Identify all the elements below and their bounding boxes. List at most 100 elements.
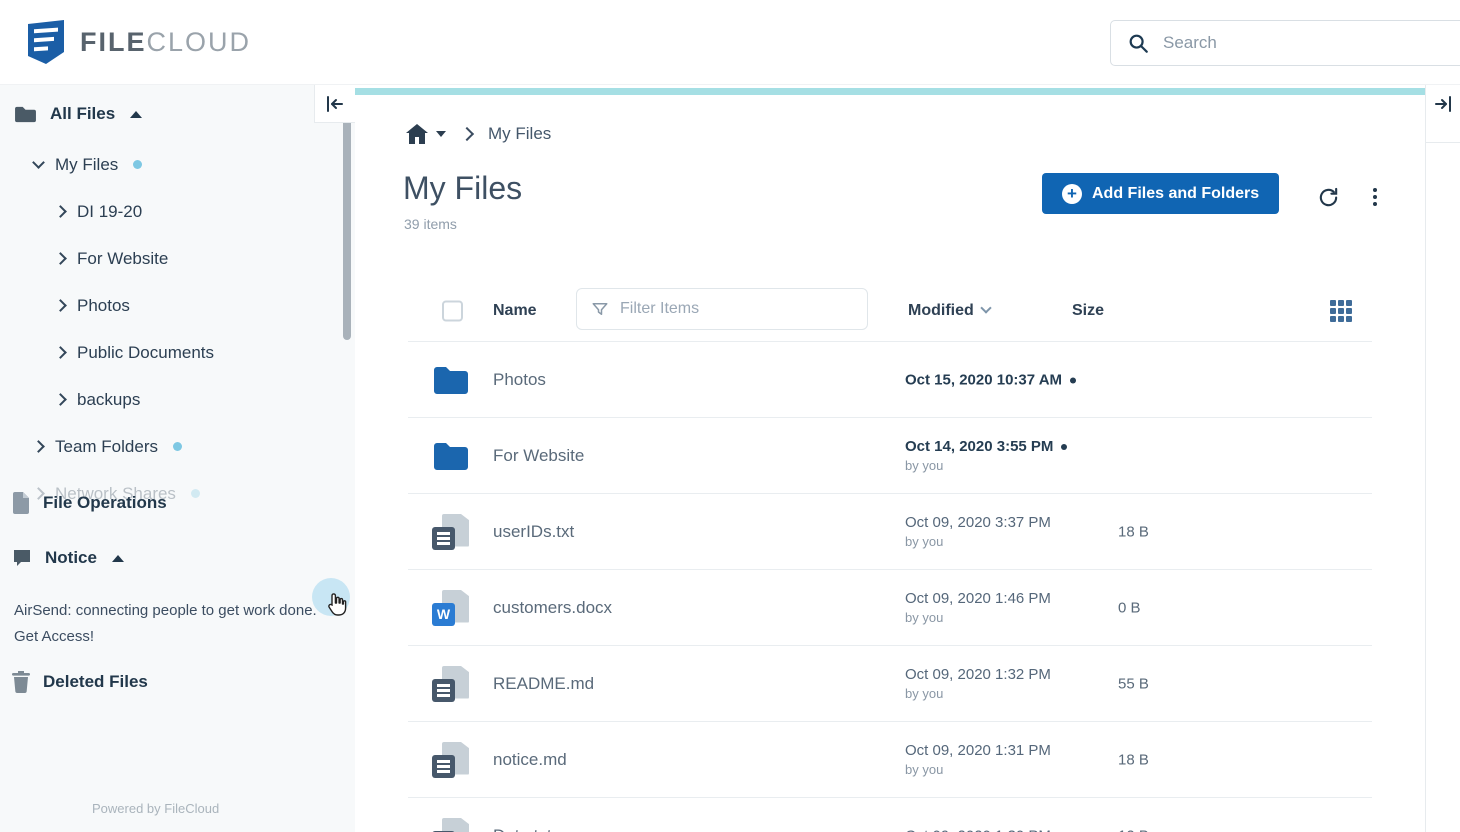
chevron-icon[interactable] bbox=[32, 156, 45, 169]
sidebar-item-all-files[interactable]: All Files bbox=[14, 104, 142, 124]
chevron-icon[interactable] bbox=[54, 346, 67, 359]
folder-icon bbox=[14, 105, 37, 124]
select-all-checkbox[interactable] bbox=[442, 300, 463, 321]
column-header-size[interactable]: Size bbox=[1072, 302, 1104, 320]
modified-line: Oct 09, 2020 3:37 PM bbox=[905, 514, 1051, 531]
document-icon: W bbox=[432, 666, 472, 702]
modified-cell: Oct 09, 2020 3:37 PM by you bbox=[905, 513, 1051, 551]
all-files-label: All Files bbox=[50, 104, 115, 124]
refresh-icon bbox=[1317, 186, 1340, 209]
deleted-files-label: Deleted Files bbox=[43, 672, 148, 692]
item-count: 39 items bbox=[404, 216, 457, 232]
breadcrumb-current[interactable]: My Files bbox=[488, 124, 551, 144]
modified-cell: Oct 09, 2020 1:31 PM by you bbox=[905, 741, 1051, 779]
notice-text: AirSend: connecting people to get work d… bbox=[14, 598, 326, 650]
chevron-icon[interactable] bbox=[32, 440, 45, 453]
collapse-section-icon[interactable] bbox=[112, 555, 124, 562]
chevron-down-icon bbox=[436, 131, 446, 137]
file-row[interactable]: W README.md Oct 09, 2020 1:32 PM by you … bbox=[408, 645, 1372, 721]
column-header-name[interactable]: Name bbox=[493, 302, 537, 320]
document-icon: W bbox=[432, 818, 472, 832]
sidebar-item-backups[interactable]: backups bbox=[0, 376, 355, 423]
modified-line: Oct 09, 2020 1:31 PM bbox=[905, 742, 1051, 759]
add-files-button[interactable]: + Add Files and Folders bbox=[1042, 173, 1279, 214]
expand-right-button[interactable] bbox=[1426, 85, 1460, 123]
modified-date: Oct 14, 2020 3:55 PM bbox=[905, 438, 1053, 455]
add-files-label: Add Files and Folders bbox=[1092, 185, 1259, 203]
modified-by: by you bbox=[905, 456, 1067, 475]
file-name[interactable]: Photos bbox=[493, 370, 546, 390]
modified-date: Oct 09, 2020 1:46 PM bbox=[905, 590, 1051, 607]
file-row[interactable]: W For Website Oct 14, 2020 3:55 PM by yo… bbox=[408, 417, 1372, 493]
tree-item-label: Team Folders bbox=[55, 437, 158, 457]
modified-by: by you bbox=[905, 684, 1051, 703]
sidebar-item-photos[interactable]: Photos bbox=[0, 282, 355, 329]
file-row[interactable]: W notice.md Oct 09, 2020 1:31 PM by you … bbox=[408, 721, 1372, 797]
sidebar-item-file-operations[interactable]: File Operations bbox=[12, 492, 167, 514]
more-options-button[interactable] bbox=[1358, 180, 1392, 214]
file-size: 12 B bbox=[1118, 827, 1149, 832]
file-operations-label: File Operations bbox=[43, 493, 167, 513]
file-type-icon: W bbox=[432, 590, 472, 626]
sidebar-item-for-website[interactable]: For Website bbox=[0, 235, 355, 282]
file-name[interactable]: For Website bbox=[493, 446, 584, 466]
file-list: W Photos Oct 15, 2020 10:37 AM W For Web… bbox=[408, 341, 1372, 832]
breadcrumb-separator-icon bbox=[460, 127, 474, 141]
filecloud-logo-icon bbox=[24, 18, 68, 66]
filter-input[interactable] bbox=[620, 300, 853, 318]
breadcrumb-home[interactable] bbox=[405, 123, 446, 145]
text-lines-glyph bbox=[437, 537, 450, 540]
filter-box[interactable] bbox=[576, 288, 868, 330]
tree-item-label: DI 19-20 bbox=[77, 202, 142, 222]
file-row[interactable]: W Photos Oct 15, 2020 10:37 AM bbox=[408, 341, 1372, 417]
sidebar-item-public-documents[interactable]: Public Documents bbox=[0, 329, 355, 376]
file-name[interactable]: userIDs.txt bbox=[493, 522, 574, 542]
chevron-icon[interactable] bbox=[54, 299, 67, 312]
sidebar-item-my-files[interactable]: My Files bbox=[0, 141, 355, 188]
chevron-icon[interactable] bbox=[54, 252, 67, 265]
filecloud-app: FILECLOUD All Files My Files DI 19-20 Fo… bbox=[0, 0, 1460, 832]
powered-by-text: Powered by FileCloud bbox=[92, 801, 219, 816]
sidebar-item-notice[interactable]: Notice bbox=[12, 548, 124, 568]
tree-item-label: backups bbox=[77, 390, 140, 410]
file-name[interactable]: Data.txt bbox=[493, 826, 552, 832]
collapse-sidebar-button[interactable] bbox=[314, 85, 355, 123]
modified-date: Oct 09, 2020 1:30 PM bbox=[905, 827, 1051, 832]
trash-icon bbox=[12, 671, 30, 693]
notice-icon bbox=[12, 548, 32, 568]
file-badge: W bbox=[432, 679, 455, 702]
global-search-box[interactable] bbox=[1110, 20, 1460, 66]
sidebar-item-deleted-files[interactable]: Deleted Files bbox=[12, 671, 148, 693]
file-name[interactable]: notice.md bbox=[493, 750, 567, 770]
modified-cell: Oct 15, 2020 10:37 AM bbox=[905, 370, 1076, 389]
document-icon: W bbox=[432, 742, 472, 778]
document-icon: W bbox=[432, 590, 472, 626]
file-row[interactable]: W customers.docx Oct 09, 2020 1:46 PM by… bbox=[408, 569, 1372, 645]
kebab-icon bbox=[1373, 195, 1377, 199]
top-bar: FILECLOUD bbox=[0, 0, 1460, 85]
sidebar-item-di-19-20[interactable]: DI 19-20 bbox=[0, 188, 355, 235]
tree-item-label: My Files bbox=[55, 155, 118, 175]
file-name[interactable]: README.md bbox=[493, 674, 594, 694]
file-row[interactable]: W Data.txt Oct 09, 2020 1:30 PM 12 B bbox=[408, 797, 1372, 832]
sidebar-item-team-folders[interactable]: Team Folders bbox=[0, 423, 355, 470]
search-input[interactable] bbox=[1163, 33, 1457, 53]
main-panel: My Files My Files 39 items + Add Files a… bbox=[355, 85, 1425, 832]
collapse-section-icon[interactable] bbox=[130, 111, 142, 118]
chevron-icon[interactable] bbox=[54, 393, 67, 406]
modified-date: Oct 09, 2020 1:32 PM bbox=[905, 666, 1051, 683]
modified-line: Oct 09, 2020 1:30 PM bbox=[905, 827, 1051, 832]
column-header-modified[interactable]: Modified bbox=[908, 302, 990, 320]
file-row[interactable]: W userIDs.txt Oct 09, 2020 3:37 PM by yo… bbox=[408, 493, 1372, 569]
grid-view-toggle[interactable] bbox=[1330, 300, 1352, 322]
modified-date: Oct 15, 2020 10:37 AM bbox=[905, 371, 1062, 388]
modified-line: Oct 14, 2020 3:55 PM bbox=[905, 438, 1067, 455]
chevron-down-icon bbox=[980, 302, 991, 313]
file-type-icon: W bbox=[432, 742, 472, 778]
sidebar-scrollbar[interactable] bbox=[343, 88, 351, 340]
arrow-to-right-icon bbox=[1434, 96, 1452, 112]
filecloud-logo[interactable]: FILECLOUD bbox=[24, 18, 251, 66]
file-name[interactable]: customers.docx bbox=[493, 598, 612, 618]
chevron-icon[interactable] bbox=[54, 205, 67, 218]
refresh-button[interactable] bbox=[1311, 180, 1345, 214]
